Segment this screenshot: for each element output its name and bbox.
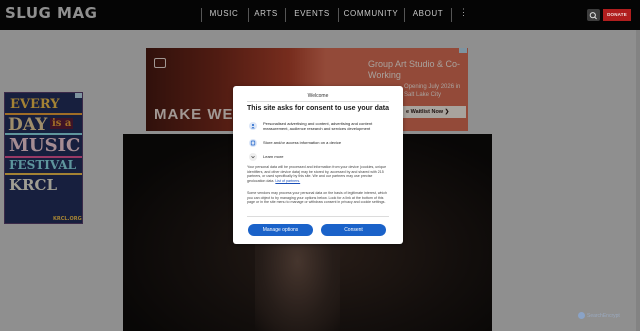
browser-watermark: SearchEncrypt <box>578 311 636 321</box>
site-header: SLUG MAG MUSIC ARTS EVENTS COMMUNITY ABO… <box>0 0 640 30</box>
divider <box>247 216 389 217</box>
dialog-welcome: Welcome <box>307 93 329 99</box>
nav-divider <box>285 8 286 22</box>
purpose-text: Store and/or access information on a dev… <box>263 140 342 145</box>
nav-divider <box>201 8 202 22</box>
nav-divider <box>451 8 452 22</box>
search-button[interactable] <box>587 9 600 21</box>
learn-more-link[interactable]: Learn more <box>263 154 391 159</box>
donate-button[interactable]: DONATE <box>603 9 631 21</box>
consent-dialog: Welcome This site asks for consent to us… <box>233 86 403 244</box>
consent-body-paragraph: Your personal data will be processed and… <box>247 165 387 184</box>
nav-divider <box>338 8 339 22</box>
nav-divider <box>404 8 405 22</box>
search-icon <box>589 12 597 20</box>
nav-item-arts[interactable]: ARTS <box>251 6 281 22</box>
watermark-text: SearchEncrypt <box>587 313 620 319</box>
person-icon <box>249 122 257 130</box>
site-logo[interactable]: SLUG MAG <box>5 4 97 22</box>
purpose-text: Personalised advertising and content, ad… <box>263 121 373 131</box>
chevron-down-icon[interactable] <box>249 153 257 161</box>
nav-item-events[interactable]: EVENTS <box>289 6 335 22</box>
nav-item-community[interactable]: COMMUNITY <box>342 6 400 22</box>
nav-item-music[interactable]: MUSIC <box>205 6 243 22</box>
consent-button[interactable]: Consent <box>321 224 386 236</box>
nav-divider <box>248 8 249 22</box>
partners-link[interactable]: List of partners. <box>275 179 300 183</box>
consent-body-text: Your personal data will be processed and… <box>247 165 389 184</box>
manage-options-button[interactable]: Manage options <box>248 224 313 236</box>
nav-item-about[interactable]: ABOUT <box>408 6 448 22</box>
divider <box>247 101 389 102</box>
device-icon <box>249 139 257 147</box>
shield-icon <box>578 312 585 320</box>
consent-body-text-2: Some vendors may process your personal d… <box>247 191 388 205</box>
dialog-title: This site asks for consent to use your d… <box>247 105 389 112</box>
more-menu-icon[interactable]: ⋮ <box>459 7 468 18</box>
